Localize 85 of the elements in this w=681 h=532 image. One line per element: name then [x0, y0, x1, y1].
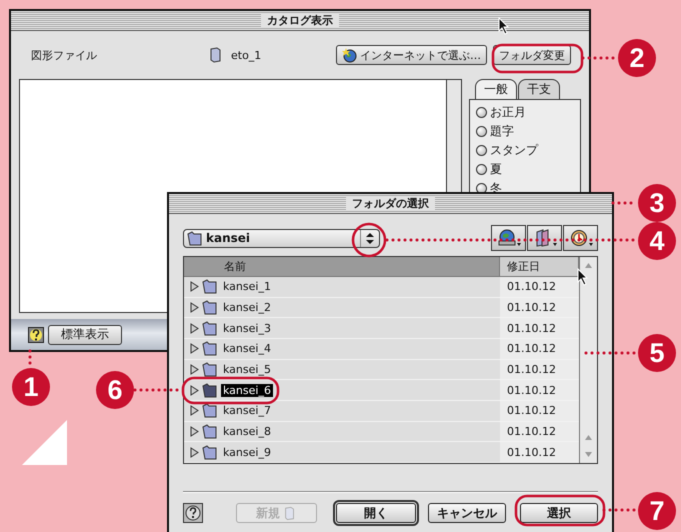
folders-button[interactable]	[527, 225, 562, 251]
folder-icon	[202, 320, 218, 336]
callout-number: 6	[96, 371, 134, 409]
folder-icon	[283, 506, 297, 520]
radio-label: お正月	[490, 104, 526, 120]
file-label: 図形ファイル	[31, 48, 98, 62]
leader-line	[602, 508, 638, 512]
tab[interactable]: 一般	[475, 79, 517, 99]
help-icon[interactable]	[183, 503, 203, 523]
highlight-ring	[352, 222, 386, 258]
date-cell: 01.10.12	[500, 422, 579, 442]
category-radio[interactable]: 題字	[476, 123, 574, 139]
standard-view-button[interactable]: 標準表示	[48, 324, 122, 344]
file-name: eto_1	[231, 48, 262, 62]
radio-label: 夏	[490, 160, 502, 178]
date-cell: 01.10.12	[500, 401, 579, 421]
dialog-button[interactable]: キャンセル	[428, 503, 506, 523]
callout-number: 5	[638, 334, 676, 372]
mouse-pointer-icon	[498, 17, 510, 35]
folder-name: kansei_6	[221, 384, 273, 397]
globe-button[interactable]	[491, 225, 526, 251]
folder-name: kansei_7	[222, 404, 272, 418]
mouse-pointer-icon	[577, 268, 589, 286]
date-cell: 01.10.12	[500, 298, 579, 318]
date-cell: 01.10.12	[500, 380, 579, 400]
radio-label: 題字	[490, 122, 514, 140]
callout-number: 7	[638, 492, 676, 530]
radio-button[interactable]	[476, 182, 487, 194]
window-title: フォルダの選択	[346, 196, 435, 211]
disclosure-triangle-icon[interactable]	[190, 302, 199, 314]
folder-icon	[187, 230, 203, 246]
disclosure-triangle-icon[interactable]	[190, 426, 199, 437]
category-radio[interactable]: 夏	[476, 161, 574, 177]
folder-name: kansei_9	[222, 446, 272, 459]
disclosure-triangle-icon[interactable]	[190, 364, 199, 376]
radio-button[interactable]	[476, 106, 487, 118]
folder-icon	[202, 279, 218, 294]
callout-number: 4	[638, 222, 676, 260]
location-popup[interactable]: kansei	[183, 228, 380, 248]
document-icon	[209, 47, 223, 63]
folder-icon	[202, 444, 218, 460]
disclosure-triangle-icon[interactable]	[190, 343, 199, 354]
tab[interactable]: 干支	[518, 79, 560, 99]
disclosure-triangle-icon[interactable]	[190, 384, 199, 396]
callout-number: 3	[638, 184, 676, 222]
callout-number: 2	[618, 39, 656, 77]
disclosure-triangle-icon[interactable]	[190, 446, 199, 458]
globe-icon	[342, 47, 358, 63]
help-icon[interactable]	[28, 326, 44, 342]
callout-number: 1	[12, 368, 50, 406]
column-header[interactable]: 修正日	[500, 257, 579, 276]
radio-label: スタンプ	[490, 142, 538, 158]
triangle-mark	[22, 420, 67, 465]
radio-button[interactable]	[476, 126, 487, 136]
folder-name: kansei_2	[222, 301, 272, 314]
folder-name: kansei_3	[222, 322, 272, 335]
date-cell: 01.10.12	[500, 360, 579, 380]
category-radio[interactable]: スタンプ	[476, 142, 574, 158]
window-title: カタログ表示	[261, 13, 339, 28]
folder-name: kansei_8	[222, 424, 272, 438]
date-cell: 01.10.12	[500, 339, 579, 359]
folder-name: kansei_1	[222, 280, 272, 294]
column-header[interactable]: 名前	[184, 257, 500, 276]
disclosure-triangle-icon[interactable]	[190, 405, 199, 416]
dialog-button[interactable]: 選択	[520, 503, 598, 523]
disclosure-triangle-icon[interactable]	[190, 322, 199, 334]
folder-icon	[202, 424, 218, 439]
category-radio[interactable]: お正月	[476, 104, 574, 120]
folder-name: kansei_5	[222, 363, 272, 376]
internet-button[interactable]: インターネットで選ぶ…	[336, 45, 487, 65]
folder-icon	[202, 300, 218, 316]
folder-icon	[202, 341, 218, 356]
folder-icon	[202, 403, 218, 418]
date-cell: 01.10.12	[500, 318, 579, 338]
folder-name: kansei_4	[222, 342, 272, 356]
disclosure-triangle-icon[interactable]	[190, 281, 199, 292]
folder-icon	[202, 362, 218, 378]
radio-button[interactable]	[476, 144, 487, 156]
dialog-button[interactable]: 開く	[336, 503, 416, 523]
leader-line	[584, 352, 638, 354]
date-cell: 01.10.12	[500, 442, 579, 462]
radio-button[interactable]	[476, 164, 487, 174]
date-cell: 01.10.12	[500, 277, 579, 297]
folder-icon	[202, 382, 218, 398]
clock-button[interactable]	[563, 225, 598, 251]
